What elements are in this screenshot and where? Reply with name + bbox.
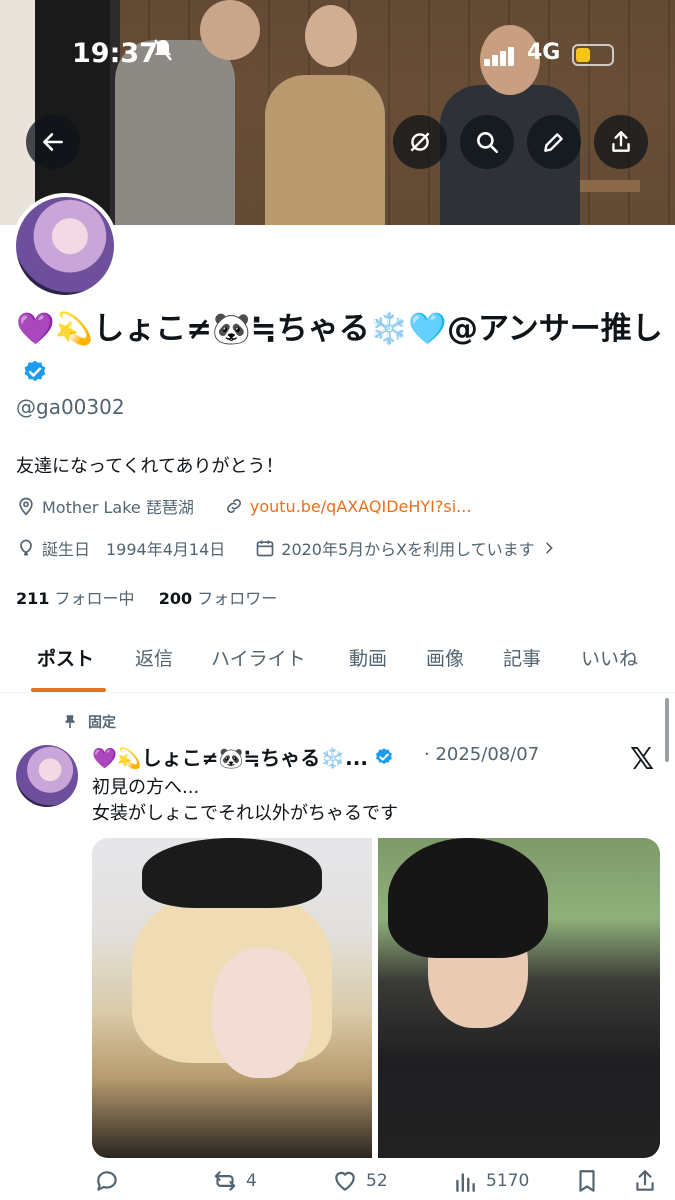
like-count: 52 <box>366 1171 388 1191</box>
profile-tabs: ポスト 返信 ハイライト 動画 画像 記事 いいね <box>0 630 675 693</box>
user-bio: 友達になってくれてありがとう！ <box>16 456 284 477</box>
image-1-hat <box>142 838 322 908</box>
post-date[interactable]: · 2025/08/07 <box>424 744 539 765</box>
scrollbar[interactable] <box>665 698 669 762</box>
pencil-icon <box>544 133 563 152</box>
tab-videos[interactable]: 動画 <box>349 644 387 671</box>
tab-replies[interactable]: 返信 <box>135 644 173 671</box>
post-author-text: 💜💫しょこ≠🐼≒ちゃる❄️... <box>92 746 368 770</box>
profile-meta-row-1: Mother Lake 琵琶湖 youtu.be/qAXAQIDeHYI?si.… <box>16 494 471 518</box>
website-link[interactable]: youtu.be/qAXAQIDeHYI?si... <box>250 497 472 516</box>
followers-link[interactable]: 200 フォロワー <box>159 589 278 608</box>
display-name: 💜💫しょこ≠🐼≒ちゃる❄️🩵@アンサー推し <box>16 308 666 394</box>
post-share-icon <box>636 1170 654 1191</box>
analytics-icon <box>456 1173 475 1192</box>
pin-icon <box>65 715 75 728</box>
user-handle: @ga00302 <box>16 395 125 419</box>
pinned-label: 固定 <box>88 715 116 731</box>
chevron-right-icon[interactable] <box>541 540 557 556</box>
profile-meta-row-2: 誕生日 1994年4月14日 2020年5月からXを利用しています <box>16 536 557 560</box>
tab-highlights[interactable]: ハイライト <box>211 644 306 671</box>
birthday-text: 誕生日 1994年4月14日 <box>42 540 226 559</box>
edit-button[interactable] <box>527 115 581 169</box>
grok-icon <box>410 132 430 152</box>
post-image-1[interactable] <box>92 838 372 1158</box>
search-icon <box>477 132 499 154</box>
followers-label: フォロワー <box>197 589 278 608</box>
heart-icon <box>335 1171 355 1191</box>
location-pin-icon <box>19 497 33 516</box>
tab-articles[interactable]: 記事 <box>503 644 541 671</box>
views-button[interactable]: 5170 <box>452 1168 529 1194</box>
view-count: 5170 <box>486 1171 530 1191</box>
display-name-text: 💜💫しょこ≠🐼≒ちゃる❄️🩵@アンサー推し <box>16 311 663 347</box>
grok-button[interactable] <box>393 115 447 169</box>
tab-posts[interactable]: ポスト <box>37 644 94 671</box>
post-author-name[interactable]: 💜💫しょこ≠🐼≒ちゃる❄️... <box>92 742 394 771</box>
location-text: Mother Lake 琵琶湖 <box>42 498 194 517</box>
profile-avatar[interactable] <box>12 193 118 299</box>
status-bar: 19:37 4G <box>0 0 675 110</box>
reply-icon <box>97 1171 117 1191</box>
joined-text: 2020年5月からXを利用しています <box>281 540 535 559</box>
following-count: 211 <box>16 589 50 608</box>
share-button[interactable] <box>594 115 648 169</box>
tab-images[interactable]: 画像 <box>426 644 464 671</box>
repost-count: 4 <box>246 1171 257 1191</box>
following-link[interactable]: 211 フォロー中 <box>16 589 135 608</box>
share-icon <box>612 131 630 152</box>
link-icon <box>226 499 241 513</box>
battery-icon <box>572 44 614 66</box>
signal-icon <box>484 44 520 66</box>
silent-bell-icon <box>152 38 174 68</box>
x-logo-icon[interactable]: 𝕏 <box>630 742 654 777</box>
post-text-line-1: 初見の方へ... <box>92 777 200 798</box>
repost-button[interactable]: 4 <box>212 1168 257 1194</box>
balloon-icon <box>20 539 32 556</box>
following-label: フォロー中 <box>54 589 135 608</box>
bookmark-icon <box>579 1170 595 1192</box>
follow-stats: 211 フォロー中 200 フォロワー <box>16 585 277 609</box>
post-image-2[interactable] <box>378 838 660 1158</box>
post-actions: 4 52 5170 <box>0 1162 675 1200</box>
clock: 19:37 <box>72 38 158 69</box>
post-share-button[interactable] <box>632 1168 658 1194</box>
pinned-indicator: 固定 <box>62 712 116 732</box>
like-button[interactable]: 52 <box>332 1168 388 1194</box>
reply-button[interactable] <box>94 1168 120 1194</box>
tab-likes[interactable]: いいね <box>581 644 638 671</box>
verified-badge-icon[interactable] <box>22 359 48 385</box>
bookmark-button[interactable] <box>574 1168 600 1194</box>
followers-count: 200 <box>158 589 193 608</box>
back-button[interactable] <box>26 115 80 169</box>
image-1-face <box>212 948 312 1078</box>
active-tab-indicator <box>31 688 106 692</box>
image-2-hair <box>388 838 548 958</box>
post-text-line-2: 女装がしょこでそれ以外がちゃるです <box>92 803 398 824</box>
network-type: 4G <box>527 40 561 65</box>
calendar-icon <box>256 540 274 557</box>
search-button[interactable] <box>460 115 514 169</box>
post-verified-badge-icon <box>375 748 392 765</box>
repost-icon <box>214 1171 236 1191</box>
arrow-left-icon <box>43 133 63 151</box>
post-author-avatar[interactable] <box>16 745 78 807</box>
post-text: 初見の方へ... 女装がしょこでそれ以外がちゃるです <box>92 775 398 827</box>
